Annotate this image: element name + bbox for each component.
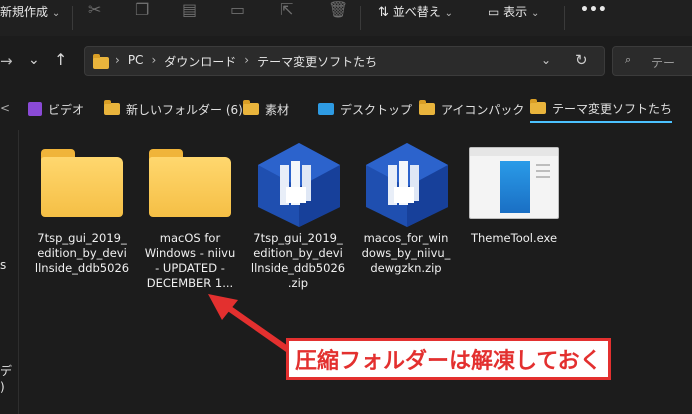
breadcrumb-segment[interactable]: ダウンロード [164,53,236,70]
up-arrow-icon[interactable]: ↑ [54,50,67,69]
pin-materials[interactable]: 素材 [243,95,289,123]
file-name: macos_for_win dows_by_niivu_ dewgzkn.zip [361,231,451,275]
annotation-callout: 圧縮フォルダーは解凍しておく [286,338,611,380]
rename-icon[interactable]: ▭ [230,0,245,19]
annotation-text: 圧縮フォルダーは解凍しておく [295,349,602,374]
breadcrumb-segment[interactable]: PC [128,53,144,70]
paste-icon[interactable]: ▤ [182,0,197,19]
pin-label: 素材 [265,102,290,117]
pin-label: 新しいフォルダー (6) [126,102,243,117]
command-bar: 新規作成 ⌄ ✂ ❐ ▤ ▭ ⇱ 🗑 ⇅ 並べ替え ⌄ ▭ 表示 ⌄ ••• [0,0,692,36]
breadcrumb-chevron-icon: › [115,53,120,67]
zip-thumbnail [248,143,348,227]
exe-thumbnail [464,143,564,227]
desktop-icon [318,103,334,115]
chevron-down-icon: ⌄ [531,8,540,19]
nav-pane-fragment: ) [0,380,5,394]
toolbar-divider [72,6,73,30]
file-name: macOS for Windows - niivu - UPDATED - DE… [144,231,236,290]
pin-videos[interactable]: ビデオ [28,95,84,123]
pin-label: デスクトップ [340,102,413,117]
zip-archive-icon [366,143,448,227]
file-name: ThemeTool.exe [470,231,558,245]
nav-pane-fragment: デ [0,364,13,378]
pin-label: ビデオ [48,102,85,117]
forward-arrow-icon[interactable]: → [0,52,13,70]
delete-icon[interactable]: 🗑 [328,0,348,19]
folder-thumbnail [140,143,240,227]
search-icon: ⌕ [625,53,632,66]
view-icon: ▭ [488,5,500,19]
pin-label: テーマ変更ソフトたち [552,101,673,116]
pinned-bar: < ビデオ 新しいフォルダー (6) 素材 デスクトップ アイコンパック テーマ… [0,95,692,123]
refresh-icon[interactable]: ↻ [575,51,588,69]
view-button[interactable]: ▭ 表示 ⌄ [488,3,539,20]
pin-icon-pack[interactable]: アイコンパック [419,95,524,123]
pin-theme-tools[interactable]: テーマ変更ソフトたち [530,95,673,123]
pin-new-folder[interactable]: 新しいフォルダー (6) [104,95,243,123]
chevron-down-icon: ⌄ [51,8,61,19]
toolbar-divider [564,6,565,30]
sort-button[interactable]: ⇅ 並べ替え ⌄ [378,3,453,20]
file-item[interactable]: macOS for Windows - niivu - UPDATED - DE… [140,143,240,291]
recent-locations-chevron-icon[interactable]: ⌄ [28,52,40,68]
folder-thumbnail [32,143,132,227]
folder-icon [149,149,231,217]
folder-icon [243,100,259,115]
folder-icon [530,99,546,114]
address-bar[interactable]: › PC › ダウンロード › テーマ変更ソフトたち ⌄ ↻ [84,46,605,76]
copy-icon[interactable]: ❐ [135,0,149,19]
application-window-icon [469,147,559,219]
zip-archive-icon [258,143,340,227]
video-icon [28,102,42,116]
more-options-button[interactable]: ••• [580,2,607,18]
folder-icon [104,100,120,115]
file-item[interactable]: ThemeTool.exe [464,143,564,246]
new-button[interactable]: 新規作成 ⌄ [0,3,60,20]
file-name: 7tsp_gui_2019_ edition_by_devi llnside_d… [250,231,346,290]
folder-icon [41,149,123,217]
file-name: 7tsp_gui_2019_ edition_by_devi llnside_d… [34,231,130,275]
sort-icon: ⇅ [378,5,389,20]
file-item[interactable]: 7tsp_gui_2019_ edition_by_devi llnside_d… [248,143,348,291]
zip-thumbnail [356,143,456,227]
breadcrumb-segment[interactable]: テーマ変更ソフトたち [257,53,377,70]
sort-button-label: 並べ替え [392,5,441,19]
breadcrumb-chevron-icon: › [244,53,250,67]
nav-pane-fragment: s [0,258,7,272]
view-button-label: 表示 [503,5,528,19]
nav-pane-divider [18,130,19,414]
pin-fragment: < [0,101,11,115]
breadcrumb-chevron-icon: › [151,53,157,67]
search-box[interactable]: ⌕ テー [612,46,692,76]
pin-desktop[interactable]: デスクトップ [318,95,412,123]
breadcrumb: › PC › ダウンロード › テーマ変更ソフトたち [115,53,377,70]
folder-icon [419,100,435,115]
file-item[interactable]: macos_for_win dows_by_niivu_ dewgzkn.zip [356,143,456,276]
share-icon[interactable]: ⇱ [280,0,293,19]
toolbar-divider [360,6,361,30]
folder-icon [93,54,109,69]
search-placeholder: テー [651,56,676,70]
new-button-label: 新規作成 [0,5,49,19]
chevron-down-icon: ⌄ [444,8,453,19]
cut-icon[interactable]: ✂ [88,0,101,19]
file-item[interactable]: 7tsp_gui_2019_ edition_by_devi llnside_d… [32,143,132,276]
pin-label: アイコンパック [441,102,525,117]
address-dropdown-chevron-icon[interactable]: ⌄ [541,53,551,67]
